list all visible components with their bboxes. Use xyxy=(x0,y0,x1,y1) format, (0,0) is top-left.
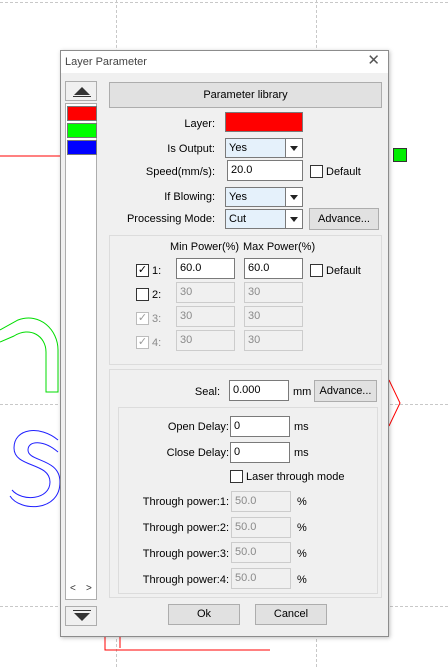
through-power-3-label: Through power:3: xyxy=(142,548,229,560)
max-power-2-input: 30 xyxy=(244,282,303,303)
layer-swatch-red[interactable] xyxy=(67,106,97,121)
green-node-marker[interactable] xyxy=(393,148,407,162)
title-bar[interactable]: Layer Parameter ✕ xyxy=(61,51,388,73)
seal-input[interactable]: 0.000 xyxy=(229,380,289,401)
laser-through-label: Laser through mode xyxy=(246,471,345,483)
min-power-2-input: 30 xyxy=(176,282,235,303)
through-power-1-label: Through power:1: xyxy=(142,496,229,508)
if-blowing-label: If Blowing: xyxy=(164,191,215,203)
advance-button[interactable]: Advance... xyxy=(309,208,379,230)
through-power-3-input: 50.0 xyxy=(231,542,291,563)
through-power-4-input: 50.0 xyxy=(231,568,291,589)
open-delay-unit: ms xyxy=(294,421,309,433)
parameter-library-button[interactable]: Parameter library xyxy=(109,82,382,108)
seal-label: Seal: xyxy=(194,386,220,398)
open-delay-input[interactable]: 0 xyxy=(230,416,290,437)
through-power-3-unit: % xyxy=(297,548,307,560)
speed-default-label: Default xyxy=(326,166,361,178)
scroll-right-icon[interactable]: > xyxy=(86,583,92,594)
move-up-button[interactable] xyxy=(65,81,97,101)
is-output-value: Yes xyxy=(229,142,247,154)
power-1-label: 1: xyxy=(152,265,162,277)
processing-mode-label: Processing Mode: xyxy=(126,213,215,225)
is-output-select[interactable]: Yes xyxy=(225,138,303,158)
if-blowing-value: Yes xyxy=(229,191,247,203)
through-power-4-label: Through power:4: xyxy=(142,574,229,586)
through-power-1-unit: % xyxy=(297,496,307,508)
if-blowing-select[interactable]: Yes xyxy=(225,187,303,207)
max-power-header: Max Power(%) xyxy=(243,241,316,253)
through-power-1-input: 50.0 xyxy=(231,491,291,512)
seal-advance-button[interactable]: Advance... xyxy=(314,380,377,402)
power-default-checkbox[interactable] xyxy=(310,264,323,277)
layer-color-box[interactable] xyxy=(225,112,303,132)
horizontal-scrollbar[interactable]: < > xyxy=(67,583,97,595)
layer-list[interactable]: < > xyxy=(65,103,97,600)
red-cut-path xyxy=(104,636,270,651)
layer-parameter-dialog: Layer Parameter ✕ < > Parameter library … xyxy=(60,50,389,637)
laser-through-checkbox[interactable] xyxy=(230,470,243,483)
triangle-down-base xyxy=(73,610,91,611)
delay-subgroup: Open Delay: 0 ms Close Delay: 0 ms Laser… xyxy=(118,407,378,594)
close-icon[interactable]: ✕ xyxy=(367,53,380,69)
power-group: Min Power(%) Max Power(%) ✓ 1: 60.0 60.0… xyxy=(109,235,382,365)
processing-mode-select[interactable]: Cut xyxy=(225,209,303,229)
power-2-checkbox[interactable] xyxy=(136,288,149,301)
triangle-down-icon xyxy=(74,613,90,621)
chevron-down-icon[interactable] xyxy=(285,210,302,228)
processing-mode-value: Cut xyxy=(229,213,247,225)
blue-letter-outline xyxy=(9,430,61,508)
close-delay-unit: ms xyxy=(294,447,309,459)
power-4-checkbox: ✓ xyxy=(136,336,149,349)
power-3-label: 3: xyxy=(152,313,162,325)
chevron-down-icon[interactable] xyxy=(285,139,302,157)
red-cut-path xyxy=(388,379,401,427)
min-power-3-input: 30 xyxy=(176,306,235,327)
power-2-label: 2: xyxy=(152,289,162,301)
power-default-label: Default xyxy=(326,265,361,277)
through-power-2-unit: % xyxy=(297,522,307,534)
layer-swatch-green[interactable] xyxy=(67,123,97,138)
chevron-down-icon[interactable] xyxy=(285,188,302,206)
min-power-1-input[interactable]: 60.0 xyxy=(176,258,235,279)
scroll-left-icon[interactable]: < xyxy=(70,583,76,594)
power-1-checkbox[interactable]: ✓ xyxy=(136,264,149,277)
close-delay-label: Close Delay: xyxy=(166,447,229,459)
layer-swatch-blue[interactable] xyxy=(67,140,97,155)
layer-list-panel: < > xyxy=(65,81,97,630)
ok-button[interactable]: Ok xyxy=(168,604,240,625)
min-power-header: Min Power(%) xyxy=(170,241,240,253)
power-3-checkbox: ✓ xyxy=(136,312,149,325)
green-letter-outline xyxy=(0,317,59,393)
seal-unit: mm xyxy=(293,386,312,398)
triangle-up-icon xyxy=(74,87,90,95)
seal-group: Seal: 0.000 mm Advance... Open Delay: 0 … xyxy=(109,369,382,598)
cancel-button[interactable]: Cancel xyxy=(255,604,327,625)
layer-label: Layer: xyxy=(184,118,215,130)
triangle-up-base xyxy=(73,96,91,97)
open-delay-label: Open Delay: xyxy=(167,421,229,433)
through-power-4-unit: % xyxy=(297,574,307,586)
speed-input[interactable]: 20.0 xyxy=(227,160,303,181)
is-output-label: Is Output: xyxy=(167,143,215,155)
speed-label: Speed(mm/s): xyxy=(145,166,215,178)
close-delay-input[interactable]: 0 xyxy=(230,442,290,463)
max-power-3-input: 30 xyxy=(244,306,303,327)
dialog-title: Layer Parameter xyxy=(65,56,147,68)
move-down-button[interactable] xyxy=(65,606,97,626)
max-power-4-input: 30 xyxy=(244,330,303,351)
speed-default-checkbox[interactable] xyxy=(310,165,323,178)
power-4-label: 4: xyxy=(152,337,162,349)
through-power-2-input: 50.0 xyxy=(231,517,291,538)
through-power-2-label: Through power:2: xyxy=(142,522,229,534)
min-power-4-input: 30 xyxy=(176,330,235,351)
max-power-1-input[interactable]: 60.0 xyxy=(244,258,303,279)
